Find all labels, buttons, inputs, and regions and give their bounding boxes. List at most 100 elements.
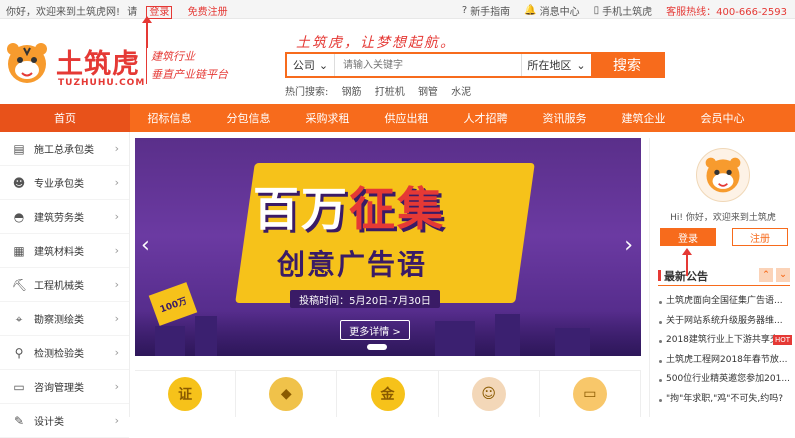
notice-text: 关于网站系统升级服务器维... <box>666 315 783 326</box>
nav-purchase[interactable]: 采购求租 <box>288 104 367 132</box>
list-item[interactable]: 2018建筑行业上下游共享交... HOT <box>658 331 794 351</box>
search-input[interactable] <box>335 54 521 76</box>
hot-searches: 热门搜索: 钢筋 打桩机 钢管 水泥 <box>285 83 481 98</box>
hot-word[interactable]: 水泥 <box>451 87 471 98</box>
feature-item[interactable]: ☺ <box>439 371 540 417</box>
tiger-avatar-icon <box>705 157 741 193</box>
nav-bids[interactable]: 招标信息 <box>130 104 209 132</box>
sidebar-item-inspection[interactable]: ⚲ 检测检验类 › <box>0 336 129 370</box>
notice-text: 土筑虎工程网2018年春节放... <box>666 354 788 365</box>
logo-url: TUZHUHU.COM <box>58 78 146 88</box>
chevron-right-icon: › <box>114 312 119 325</box>
list-item[interactable]: 土筑虎工程网2018年春节放... <box>658 351 794 371</box>
nav-subcontract[interactable]: 分包信息 <box>209 104 288 132</box>
nav-companies[interactable]: 建筑企业 <box>604 104 683 132</box>
tagline: 土筑虎，让梦想起航。 <box>296 35 456 51</box>
survey-icon: ⌖ <box>15 311 23 326</box>
chevron-right-icon: › <box>114 380 119 393</box>
nav-home[interactable]: 首页 <box>0 104 130 132</box>
annotation-arrow-panel-login <box>682 248 692 276</box>
list-item[interactable]: 500位行业精英邀您参加201... <box>658 370 794 390</box>
hot-word[interactable]: 钢筋 <box>342 87 362 98</box>
excavator-icon: ⛏ <box>12 277 28 292</box>
chevron-down-icon: ⌄ <box>576 58 586 72</box>
sidebar-item-materials[interactable]: ▦ 建筑材料类 › <box>0 234 129 268</box>
sidebar-item-general[interactable]: ▤ 施工总承包类 › <box>0 132 129 166</box>
region-select[interactable]: 所在地区 ⌄ <box>521 54 591 76</box>
notice-header: 最新公告 ⌃ ⌄ <box>658 268 790 286</box>
banner-title-part2: 征集 <box>349 182 445 236</box>
sidebar-item-label: 工程机械类 <box>34 281 84 292</box>
promo-banner[interactable]: 百万征集 创意广告语 投稿时间：5月20日-7月30日 更多详情 > 100万 … <box>135 138 641 356</box>
hot-word[interactable]: 钢管 <box>418 87 438 98</box>
feature-item[interactable]: 金 <box>337 371 439 417</box>
design-icon: ✎ <box>13 413 25 428</box>
search-type-select[interactable]: 公司 ⌄ <box>287 54 335 76</box>
login-button[interactable]: 登录 <box>660 228 716 246</box>
nav-supply[interactable]: 供应出租 <box>367 104 446 132</box>
notice-text: "拘"年求职,"鸡"不可失,约吗? <box>666 393 784 404</box>
mobile-link[interactable]: ▯ 手机土筑虎 <box>594 3 653 18</box>
help-icon: ? <box>461 5 468 16</box>
sidebar-item-labor[interactable]: ◓ 建筑劳务类 › <box>0 200 129 234</box>
category-sidebar: ▤ 施工总承包类 › ☻ 专业承包类 › ◓ 建筑劳务类 › ▦ 建筑材料类 › ⛏ 工程机械类 ›… <box>0 132 130 438</box>
notice-arrows: ⌃ ⌄ <box>759 268 790 282</box>
helmet-icon: ◓ <box>13 209 25 224</box>
nav-jobs[interactable]: 人才招聘 <box>446 104 525 132</box>
chevron-right-icon: › <box>114 210 119 223</box>
sidebar-item-label: 勘察测绘类 <box>34 315 84 326</box>
carousel-indicator[interactable] <box>367 344 387 350</box>
main-nav: 首页 招标信息 分包信息 采购求租 供应出租 人才招聘 资讯服务 建筑企业 会员… <box>0 104 795 132</box>
region-label: 所在地区 <box>527 59 572 72</box>
sidebar-item-label: 专业承包类 <box>34 179 84 190</box>
sidebar-item-label: 检测检验类 <box>34 349 84 360</box>
logo-text[interactable]: 土筑虎 <box>56 42 140 81</box>
chevron-right-icon: › <box>114 244 119 257</box>
chevron-right-icon[interactable]: › <box>624 233 633 258</box>
register-button[interactable]: 注册 <box>732 228 788 246</box>
top-bar-left: 你好，欢迎来到土筑虎网! 请 登录 免费注册 <box>6 3 232 19</box>
slogan-line1: 建筑行业 <box>151 50 195 63</box>
guide-link[interactable]: ? 新手指南 <box>462 3 510 18</box>
search-button[interactable]: 搜索 <box>591 54 663 76</box>
chevron-right-icon: › <box>114 278 119 291</box>
chevron-down-icon[interactable]: ⌄ <box>776 268 790 282</box>
banner-title: 百万征集 <box>253 173 445 239</box>
nav-news[interactable]: 资讯服务 <box>525 104 604 132</box>
list-item[interactable]: 关于网站系统升级服务器维... <box>658 312 794 332</box>
chevron-up-icon[interactable]: ⌃ <box>759 268 773 282</box>
register-link[interactable]: 免费注册 <box>188 7 228 18</box>
sidebar-item-consulting[interactable]: ▭ 咨询管理类 › <box>0 370 129 404</box>
sidebar-item-label: 咨询管理类 <box>34 383 84 394</box>
sidebar-item-machinery[interactable]: ⛏ 工程机械类 › <box>0 268 129 302</box>
feature-item[interactable]: 证 <box>135 371 237 417</box>
banner-more-button[interactable]: 更多详情 > <box>340 320 410 340</box>
chevron-right-icon: › <box>114 176 119 189</box>
search-type-label: 公司 <box>292 59 315 72</box>
people-icon: ☺ <box>471 377 506 411</box>
chevron-left-icon[interactable]: ‹ <box>141 233 150 258</box>
sidebar-item-survey[interactable]: ⌖ 勘察测绘类 › <box>0 302 129 336</box>
chevron-right-icon: › <box>114 346 119 359</box>
list-item[interactable]: "拘"年求职,"鸡"不可失,约吗? <box>658 390 794 410</box>
feature-item[interactable]: ▭ <box>540 371 642 417</box>
worker-icon: ☻ <box>12 175 26 190</box>
sidebar-item-design[interactable]: ✎ 设计类 › <box>0 404 129 438</box>
hot-word[interactable]: 打桩机 <box>375 87 405 98</box>
phone-icon: ▯ <box>593 5 600 16</box>
guide-label: 新手指南 <box>470 7 511 18</box>
tiger-logo-icon[interactable] <box>4 40 50 86</box>
sidebar-item-label: 建筑材料类 <box>34 247 84 258</box>
sidebar-item-label: 施工总承包类 <box>34 145 94 156</box>
top-bar-right: ? 新手指南 🔔 消息中心 ▯ 手机土筑虎 客服热线：400-666-2593 <box>462 3 787 18</box>
list-item[interactable]: 土筑虎面向全国征集广告语... <box>658 292 794 312</box>
sidebar-item-specialty[interactable]: ☻ 专业承包类 › <box>0 166 129 200</box>
brick-icon: ▦ <box>13 243 25 258</box>
notice-text: 土筑虎面向全国征集广告语... <box>666 296 783 306</box>
feature-item[interactable]: ◆ <box>236 371 338 417</box>
please-text: 请 <box>127 7 138 18</box>
banner-title-part1: 百万 <box>253 182 349 236</box>
nav-member[interactable]: 会员中心 <box>683 104 762 132</box>
chevron-down-icon: ⌄ <box>318 58 329 72</box>
messages-link[interactable]: 🔔 消息中心 <box>524 3 579 18</box>
